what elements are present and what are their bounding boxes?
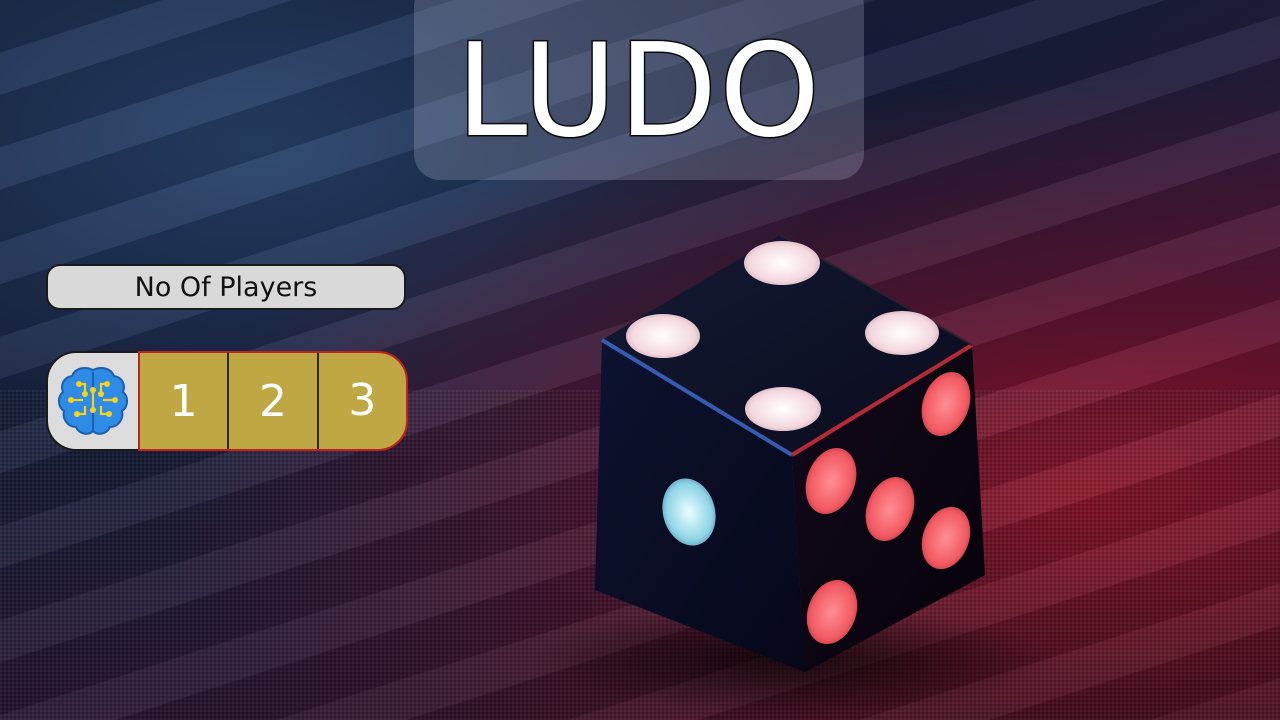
player-count-selector: 1 2 3	[46, 351, 408, 451]
ludo-start-screen: LUDO No Of Players 1 2 3	[0, 0, 1280, 720]
player-count-options: 1 2 3	[138, 351, 408, 451]
ai-opponent-button[interactable]	[46, 351, 138, 451]
title-panel: LUDO	[414, 0, 864, 180]
player-count-3-button[interactable]: 3	[319, 353, 406, 449]
player-count-2-button[interactable]: 2	[229, 353, 319, 449]
game-title: LUDO	[455, 17, 822, 166]
players-label: No Of Players	[46, 264, 406, 310]
brain-circuit-icon	[58, 367, 128, 435]
player-count-1-button[interactable]: 1	[140, 353, 230, 449]
